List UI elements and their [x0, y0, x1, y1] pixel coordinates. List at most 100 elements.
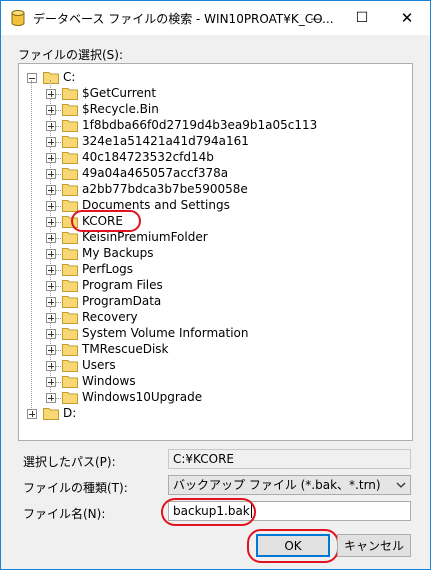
expand-toggle-icon[interactable] — [46, 313, 56, 323]
tree-connector-line — [56, 270, 61, 271]
folder-icon — [62, 120, 78, 132]
folder-tree[interactable]: C: $GetCurrent $Recycle.Bin 1f8bdba66f0d27… — [18, 63, 413, 441]
tree-node-folder[interactable]: 324e1a51421a41d794a161 — [19, 134, 409, 150]
tree-node-label: C: — [63, 70, 76, 84]
expand-toggle-icon[interactable] — [46, 121, 56, 131]
folder-icon — [62, 152, 78, 164]
folder-open-icon — [43, 72, 59, 84]
expand-toggle-icon[interactable] — [46, 169, 56, 179]
tree-node-label: PerfLogs — [82, 262, 134, 276]
tree-node-folder[interactable]: Windows10Upgrade — [19, 390, 409, 406]
expand-toggle-icon[interactable] — [46, 185, 56, 195]
expand-toggle-icon[interactable] — [46, 89, 56, 99]
tree-node-label: 1f8bdba66f0d2719d4b3ea9b1a05c113 — [82, 118, 318, 132]
tree-connector-line — [56, 366, 61, 367]
tree-connector-line — [56, 174, 61, 175]
collapse-toggle-icon[interactable] — [27, 73, 37, 83]
ok-button[interactable]: OK — [256, 534, 330, 557]
expand-toggle-icon[interactable] — [46, 281, 56, 291]
tree-node-folder[interactable]: KCORE — [19, 214, 409, 230]
tree-node-label: System Volume Information — [82, 326, 249, 340]
text-caret — [250, 504, 252, 518]
tree-node-c-drive[interactable]: C: — [19, 70, 409, 86]
tree-connector-line — [56, 286, 61, 287]
tree-node-label: My Backups — [82, 246, 154, 260]
tree-node-label: TMRescueDisk — [82, 342, 169, 356]
folder-icon — [62, 184, 78, 196]
tree-node-folder[interactable]: My Backups — [19, 246, 409, 262]
expand-toggle-icon[interactable] — [46, 393, 56, 403]
tree-node-folder[interactable]: PerfLogs — [19, 262, 409, 278]
expand-toggle-icon[interactable] — [46, 105, 56, 115]
tree-connector-line — [56, 382, 61, 383]
file-name-input[interactable]: backup1.bak — [168, 501, 411, 521]
folder-icon — [62, 392, 78, 404]
chevron-down-icon — [396, 482, 406, 488]
cancel-button[interactable]: キャンセル — [337, 534, 411, 557]
tree-connector-line — [56, 238, 61, 239]
tree-node-folder[interactable]: Documents and Settings — [19, 198, 409, 214]
tree-connector-line — [56, 94, 61, 95]
expand-toggle-icon[interactable] — [46, 249, 56, 259]
tree-node-folder[interactable]: Recovery — [19, 310, 409, 326]
expand-toggle-icon[interactable] — [46, 265, 56, 275]
expand-toggle-icon[interactable] — [46, 153, 56, 163]
maximize-icon: ☐ — [355, 10, 369, 26]
tree-connector-line — [56, 334, 61, 335]
folder-icon — [62, 264, 78, 276]
tree-node-folder[interactable]: ProgramData — [19, 294, 409, 310]
tree-node-folder[interactable]: Windows — [19, 374, 409, 390]
folder-icon — [62, 296, 78, 308]
tree-connector-line — [56, 398, 61, 399]
tree-node-label: Program Files — [82, 278, 163, 292]
file-name-value: backup1.bak — [173, 504, 250, 518]
tree-node-label: $Recycle.Bin — [82, 102, 159, 116]
maximize-button[interactable]: ☐ — [339, 1, 385, 35]
file-type-select[interactable]: バックアップ ファイル (*.bak、*.trn) — [168, 475, 411, 495]
file-type-selected-value: バックアップ ファイル (*.bak、*.trn) — [173, 478, 381, 492]
expand-toggle-icon[interactable] — [46, 361, 56, 371]
tree-connector-line — [56, 350, 61, 351]
tree-node-d-drive[interactable]: D: — [19, 406, 409, 422]
tree-node-label: KCORE — [82, 214, 123, 228]
folder-icon — [62, 104, 78, 116]
tree-node-folder[interactable]: a2bb77bdca3b7be590058e — [19, 182, 409, 198]
folder-icon — [62, 168, 78, 180]
tree-node-label: 40c184723532cfd14b — [82, 150, 214, 164]
database-icon — [11, 10, 25, 26]
tree-node-folder[interactable]: 40c184723532cfd14b — [19, 150, 409, 166]
expand-toggle-icon[interactable] — [46, 297, 56, 307]
tree-node-folder[interactable]: KeisinPremiumFolder — [19, 230, 409, 246]
minimize-button[interactable]: — — [293, 1, 339, 35]
tree-node-folder[interactable]: $GetCurrent — [19, 86, 409, 102]
expand-toggle-icon[interactable] — [46, 201, 56, 211]
folder-icon — [62, 312, 78, 324]
tree-connector-line — [56, 206, 61, 207]
expand-toggle-icon[interactable] — [46, 329, 56, 339]
expand-toggle-icon[interactable] — [46, 217, 56, 227]
tree-node-folder[interactable]: Program Files — [19, 278, 409, 294]
tree-node-folder[interactable]: Users — [19, 358, 409, 374]
tree-connector-line — [56, 254, 61, 255]
expand-toggle-icon[interactable] — [46, 345, 56, 355]
file-type-label: ファイルの種類(T): — [23, 481, 128, 495]
expand-toggle-icon[interactable] — [46, 377, 56, 387]
tree-node-folder[interactable]: TMRescueDisk — [19, 342, 409, 358]
tree-node-folder[interactable]: System Volume Information — [19, 326, 409, 342]
folder-icon — [62, 248, 78, 260]
folder-icon — [62, 360, 78, 372]
select-file-label: ファイルの選択(S): — [18, 48, 124, 62]
tree-connector-line — [56, 126, 61, 127]
tree-connector-line — [56, 190, 61, 191]
close-button[interactable]: ✕ — [384, 1, 430, 35]
tree-node-folder[interactable]: 49a04a465057accf378a — [19, 166, 409, 182]
folder-icon — [62, 136, 78, 148]
selected-path-label: 選択したパス(P): — [23, 455, 116, 469]
expand-toggle-icon[interactable] — [46, 233, 56, 243]
expand-toggle-icon[interactable] — [46, 137, 56, 147]
tree-node-folder[interactable]: $Recycle.Bin — [19, 102, 409, 118]
tree-node-folder[interactable]: 1f8bdba66f0d2719d4b3ea9b1a05c113 — [19, 118, 409, 134]
tree-node-label: ProgramData — [82, 294, 162, 308]
expand-toggle-icon[interactable] — [27, 409, 37, 419]
tree-connector-line — [56, 302, 61, 303]
